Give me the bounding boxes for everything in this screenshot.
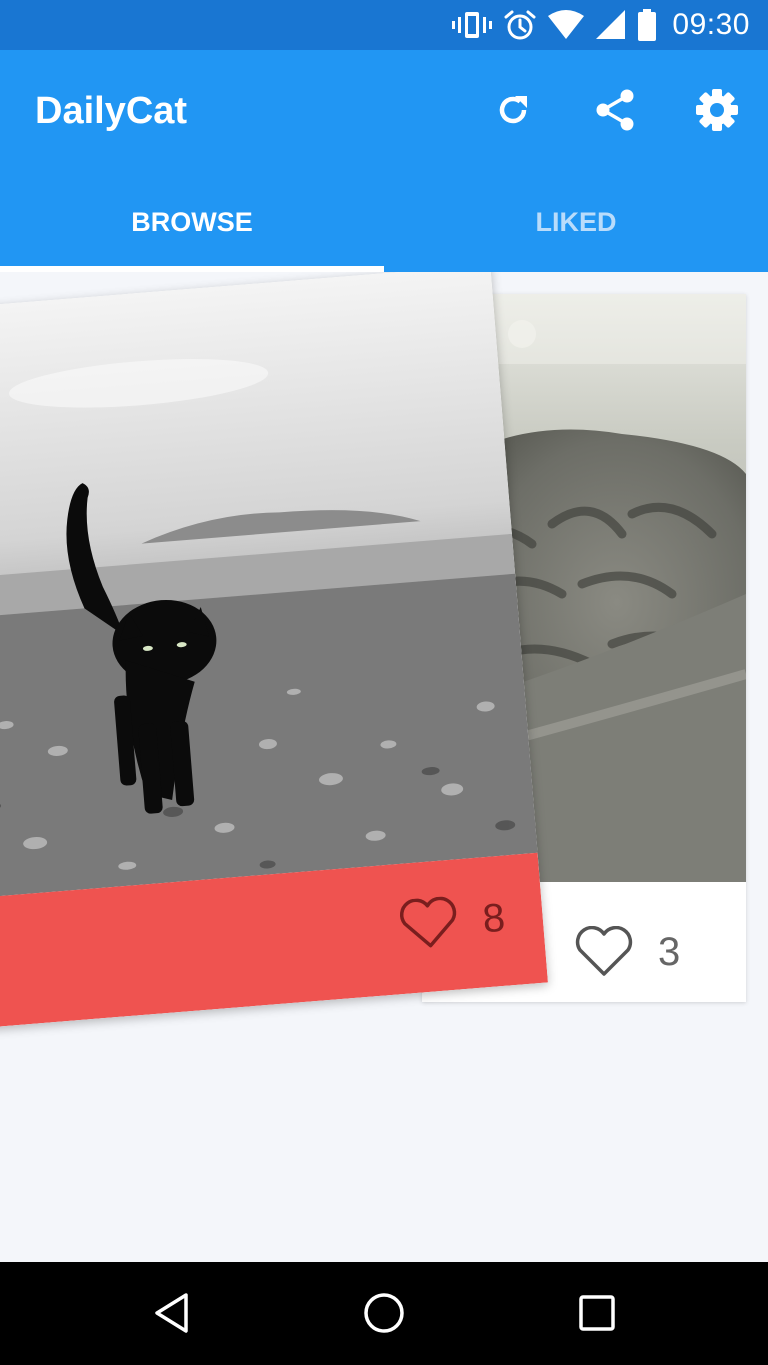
- refresh-icon: [499, 96, 527, 124]
- like-count: 3: [658, 929, 681, 974]
- card-stack: 3 8: [0, 272, 768, 1262]
- like-row: 8: [397, 892, 507, 952]
- battery-icon: [638, 9, 657, 41]
- status-time: 09:30: [672, 8, 750, 41]
- share-icon: [596, 89, 634, 131]
- wifi-icon: [548, 10, 585, 39]
- app-bar: DailyCat BROWSE LIKED: [0, 50, 768, 272]
- heart-outline-icon[interactable]: [397, 895, 461, 952]
- back-icon: [155, 1293, 188, 1333]
- like-count: 8: [480, 895, 507, 941]
- home-icon: [364, 1293, 404, 1333]
- tab-liked[interactable]: LIKED: [384, 172, 768, 272]
- app-title: DailyCat: [35, 90, 188, 132]
- like-row: 3: [574, 926, 680, 978]
- home-button[interactable]: [359, 1288, 409, 1338]
- recents-icon: [579, 1295, 615, 1331]
- signal-icon: [596, 10, 626, 39]
- settings-button[interactable]: [693, 86, 741, 134]
- system-nav-bar: [0, 1262, 768, 1365]
- alarm-icon: [504, 10, 536, 40]
- settings-icon: [696, 89, 738, 131]
- cat-photo-black-cat: [0, 272, 538, 898]
- share-button[interactable]: [591, 86, 639, 134]
- tab-browse[interactable]: BROWSE: [0, 172, 384, 272]
- status-bar: 09:30: [0, 0, 768, 50]
- status-icons: 09:30: [452, 8, 750, 42]
- cat-card-current[interactable]: 8: [0, 272, 548, 1028]
- refresh-button[interactable]: [489, 86, 537, 134]
- recents-button[interactable]: [572, 1288, 622, 1338]
- tab-bar: BROWSE LIKED: [0, 172, 768, 272]
- vibrate-icon: [452, 12, 493, 38]
- back-button[interactable]: [147, 1288, 197, 1338]
- heart-outline-icon[interactable]: [574, 926, 634, 978]
